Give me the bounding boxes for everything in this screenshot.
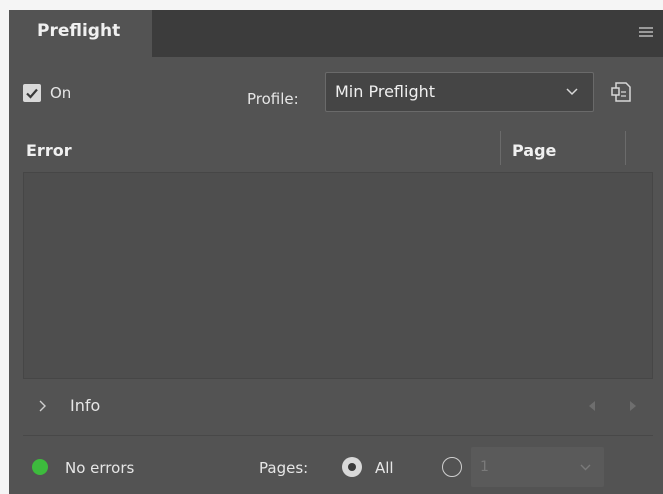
pages-all-radio[interactable] — [342, 457, 362, 477]
column-divider — [625, 131, 626, 165]
checkmark-icon — [26, 88, 38, 99]
tab-preflight[interactable]: Preflight — [9, 10, 152, 57]
profile-label: Profile: — [247, 90, 299, 108]
hamburger-menu-icon[interactable] — [639, 27, 653, 37]
triangle-right-icon[interactable] — [628, 400, 638, 412]
on-label: On — [50, 84, 72, 102]
define-profiles-icon[interactable] — [609, 80, 633, 104]
pages-label: Pages: — [259, 459, 309, 477]
footer-divider — [23, 435, 653, 436]
pages-range-radio[interactable] — [442, 457, 462, 477]
status-indicator — [32, 459, 48, 475]
triangle-left-icon[interactable] — [587, 400, 597, 412]
page-column-header[interactable]: Page — [512, 141, 556, 160]
pages-range-field[interactable]: 1 — [471, 447, 604, 487]
profile-dropdown-value: Min Preflight — [335, 82, 436, 101]
preflight-panel: Preflight On Profile: Min Preflight Erro… — [9, 10, 663, 494]
on-checkbox[interactable] — [23, 84, 41, 102]
panel-tab-bar: Preflight — [9, 10, 663, 57]
column-divider — [500, 131, 501, 165]
chevron-down-icon — [566, 88, 578, 96]
pages-all-label[interactable]: All — [375, 459, 394, 477]
error-column-header[interactable]: Error — [26, 141, 72, 160]
pages-range-value: 1 — [480, 459, 489, 475]
chevron-down-icon — [580, 464, 591, 471]
error-list[interactable] — [23, 172, 653, 379]
profile-dropdown[interactable]: Min Preflight — [325, 72, 594, 112]
info-toggle[interactable]: Info — [70, 396, 100, 415]
status-text: No errors — [65, 459, 135, 477]
chevron-right-icon[interactable] — [38, 399, 48, 413]
